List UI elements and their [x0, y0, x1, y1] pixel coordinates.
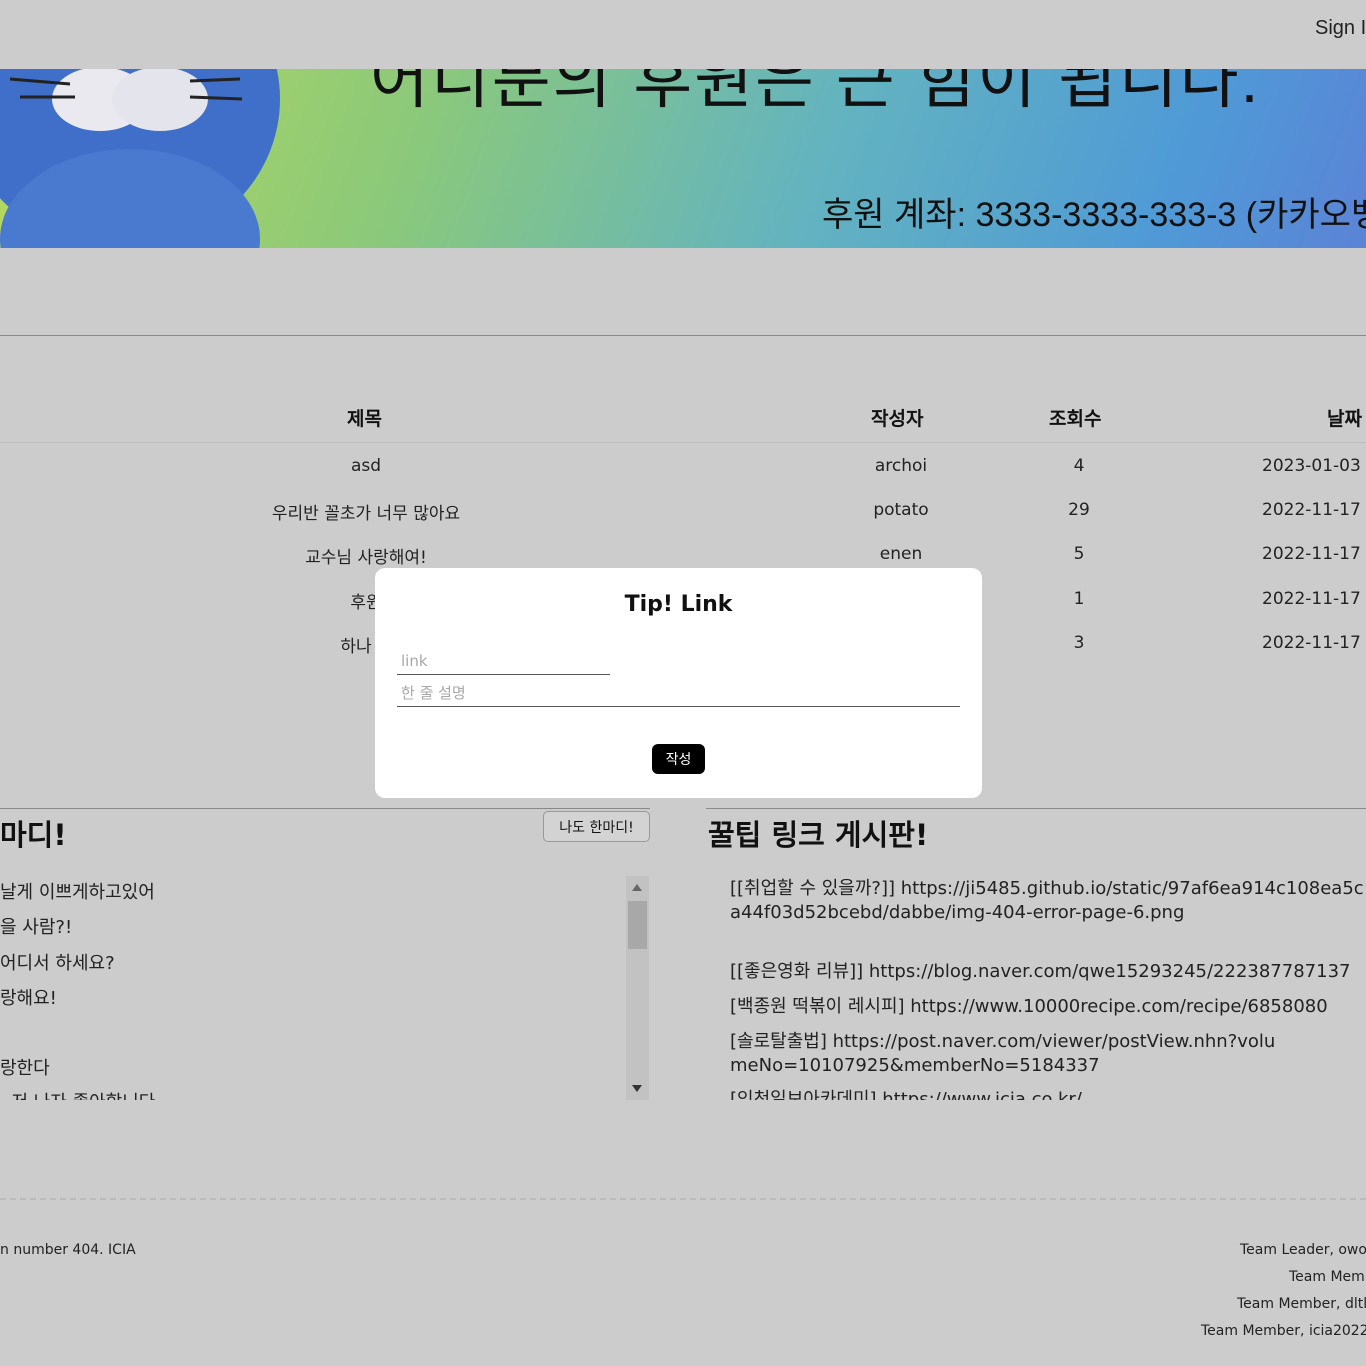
list-item: . 저 나자 좋아합니다 [0, 1088, 155, 1100]
footer-info: n number 404. ICIA [0, 1242, 136, 1258]
footer-team-member: Team Leader, owoha [1240, 1242, 1366, 1258]
column-author: 작성자 [871, 408, 924, 430]
list-item: 랑한다 [0, 1058, 50, 1079]
row-date: 2022-11-17 0 [1262, 589, 1366, 609]
column-date: 날짜 [1327, 408, 1362, 430]
donation-account: 후원 계좌: 3333-3333-333-3 (카카오뱅 [822, 196, 1366, 234]
tip-link-item[interactable]: [[좋은영화 리뷰]] https://blog.naver.com/qwe15… [730, 960, 1366, 984]
column-views: 조회수 [1049, 408, 1102, 430]
mascot-image [0, 69, 280, 248]
row-title[interactable]: 하나 [340, 632, 371, 657]
divider [0, 808, 650, 809]
scroll-thumb[interactable] [628, 901, 647, 949]
row-date: 2022-11-17 0 [1262, 544, 1366, 564]
row-views: 5 [1073, 544, 1085, 564]
add-comment-button[interactable]: 나도 한마디! [543, 811, 650, 842]
row-title[interactable]: 교수님 사랑해여! [305, 543, 427, 568]
scroll-down-arrow-icon[interactable] [632, 1085, 642, 1092]
description-input[interactable] [397, 680, 960, 707]
sign-in-link[interactable]: Sign I [1315, 17, 1366, 40]
oneword-title: 마디! [0, 818, 67, 852]
tip-link-modal: Tip! Link 작성 [375, 568, 982, 798]
divider [706, 808, 1366, 809]
list-item: 을 사람?! [0, 917, 73, 938]
column-title: 제목 [347, 408, 382, 430]
row-views: 29 [1068, 500, 1090, 520]
comment-list[interactable]: 날게 이쁘게하고있어 을 사람?! 어디서 하세요? 랑해요! 랑한다 . 저 … [0, 876, 626, 1100]
donation-banner: 어디분의 후원은 큰 힘이 됩니다. 후원 계좌: 3333-3333-333-… [0, 69, 1366, 248]
tip-link-list: [[취업할 수 있을까?]] https://ji5485.github.io/… [730, 876, 1366, 1100]
scroll-up-arrow-icon[interactable] [632, 884, 642, 891]
row-author: enen [879, 544, 923, 564]
row-title[interactable]: asd [351, 456, 381, 476]
table-header-divider [0, 442, 1366, 443]
row-views: 1 [1073, 589, 1085, 609]
list-item: 날게 이쁘게하고있어 [0, 882, 155, 903]
banner-title: 어디분의 후원은 큰 힘이 됩니다. [370, 69, 1261, 116]
row-author: archoi [874, 456, 928, 476]
page: Sign I 어디분의 후원은 큰 힘이 됩니다. 후원 계좌: 3333-33… [0, 0, 1366, 1366]
list-item: 랑해요! [0, 988, 57, 1009]
row-date: 2022-11-17 0 [1262, 500, 1366, 520]
modal-title: Tip! Link [624, 592, 733, 617]
footer-divider [0, 1198, 1366, 1200]
footer-team: Team Leader, owoha Team Memb Team Member… [1200, 1242, 1366, 1352]
tip-link-item[interactable]: [인천일보아카데미] https://www.icia.co.kr/ [730, 1088, 1366, 1100]
tip-link-item[interactable]: [솔로탈출법] https://post.naver.com/viewer/po… [730, 1030, 1290, 1078]
tips-title: 꿀팁 링크 게시판! [708, 818, 929, 852]
link-input[interactable] [397, 648, 610, 675]
footer-team-member: Team Memb [1289, 1269, 1366, 1285]
comment-scrollbar[interactable] [626, 876, 649, 1100]
top-nav: Sign I [0, 0, 1366, 69]
footer-team-member: Team Member, dltls [1237, 1296, 1366, 1312]
row-views: 3 [1073, 633, 1085, 653]
tip-link-item[interactable]: [[취업할 수 있을까?]] https://ji5485.github.io/… [730, 877, 1366, 925]
list-item: 어디서 하세요? [0, 953, 115, 974]
row-author: potato [873, 500, 929, 520]
submit-button[interactable]: 작성 [652, 744, 705, 774]
row-views: 4 [1073, 456, 1085, 476]
row-date: 2023-01-03 0 [1262, 456, 1366, 476]
row-title[interactable]: 우리반 꼴초가 너무 많아요 [272, 499, 460, 524]
tip-link-item[interactable]: [백종원 떡볶이 레시피] https://www.10000recipe.co… [730, 995, 1366, 1019]
divider [0, 335, 1366, 336]
row-date: 2022-11-17 0 [1262, 633, 1366, 653]
footer-team-member: Team Member, icia20220 [1201, 1323, 1366, 1339]
